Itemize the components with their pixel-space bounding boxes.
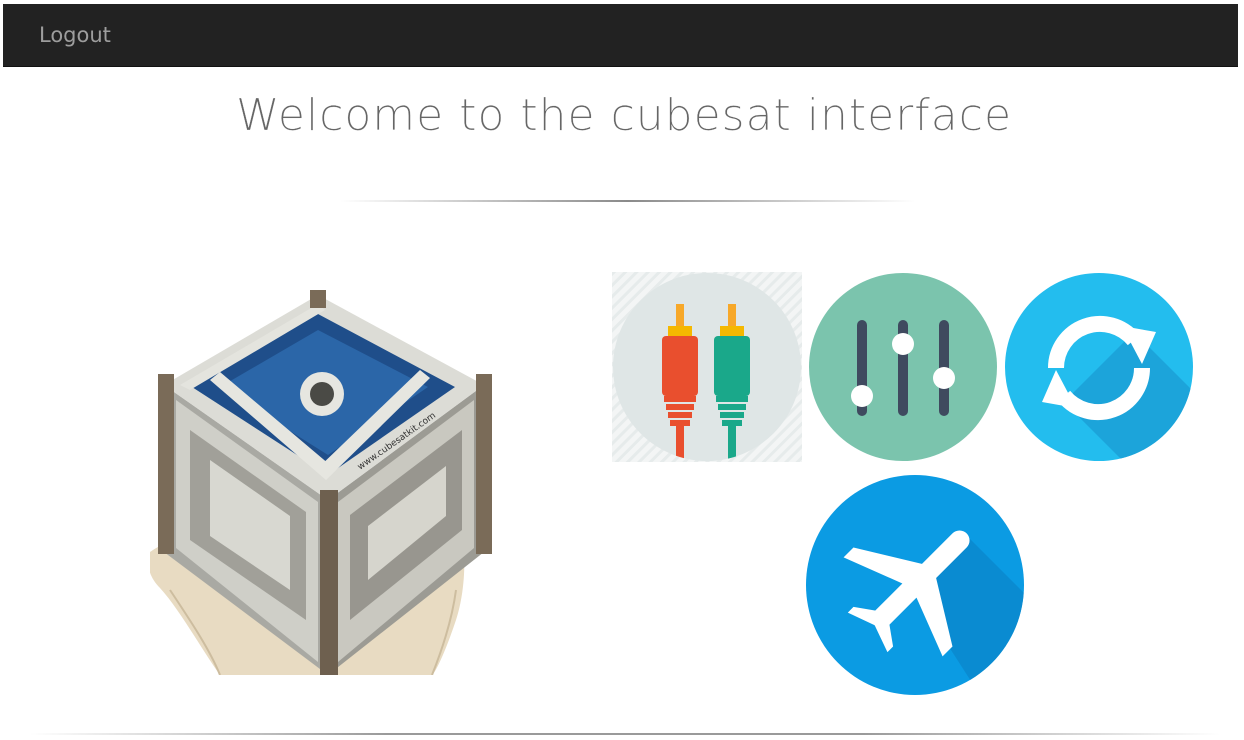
- airplane-icon: [806, 475, 1024, 695]
- cubesat-image: www.cubesatkit.com: [148, 290, 495, 676]
- rca-cable-icon: [612, 272, 802, 462]
- sliders-icon-button[interactable]: [808, 272, 998, 462]
- title-divider: [340, 200, 915, 202]
- refresh-icon-button[interactable]: [1004, 272, 1194, 462]
- logout-link[interactable]: Logout: [39, 23, 111, 47]
- refresh-icon: [1005, 273, 1193, 461]
- footer-divider: [30, 733, 1220, 735]
- page-title: Welcome to the cubesat interface: [235, 90, 1013, 141]
- rca-cable-icon-button[interactable]: [612, 272, 802, 462]
- airplane-icon-button[interactable]: [805, 474, 1025, 696]
- navbar: Logout: [3, 4, 1238, 67]
- sliders-icon: [809, 273, 997, 461]
